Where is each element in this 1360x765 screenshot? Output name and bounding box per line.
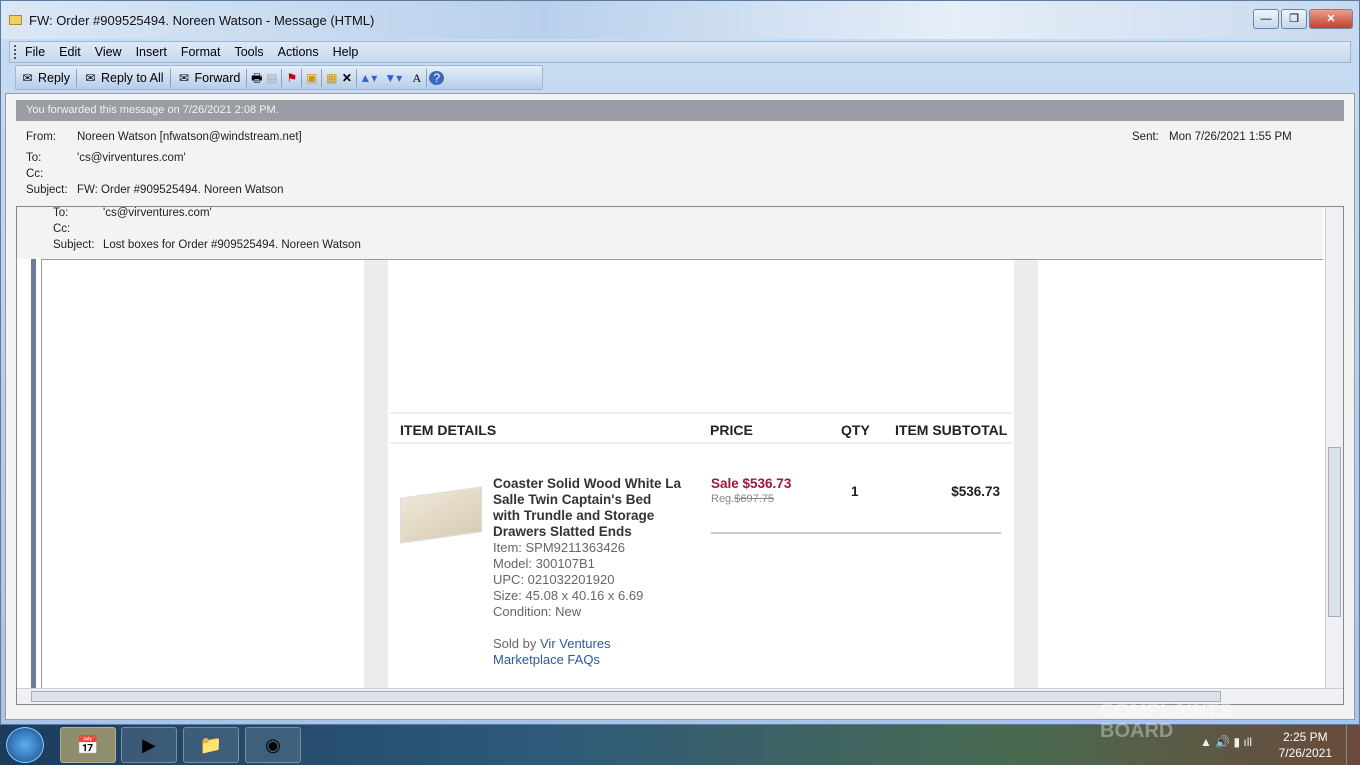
hscroll-thumb[interactable] [31,691,1221,702]
address-book-icon[interactable]: ▣ [304,71,319,85]
minimize-button[interactable]: — [1253,9,1279,29]
previous-item-icon[interactable]: ▲▾ [359,71,377,85]
item-condition: Condition: New [493,604,582,619]
print-icon[interactable]: 🖶 [249,71,264,85]
taskbar-outlook[interactable]: 📅 [60,727,116,763]
forward-icon: ✉ [178,70,190,85]
font-size-icon[interactable]: A [409,71,424,85]
menu-file[interactable]: File [18,45,52,59]
divider [711,532,1001,534]
menu-insert[interactable]: Insert [129,45,174,59]
info-bar: You forwarded this message on 7/26/2021 … [16,100,1344,121]
fwd-subject-label: Subject: [53,239,95,251]
html-content: ITEM DETAILS PRICE QTY ITEM SUBTOTAL Coa… [41,259,1323,688]
item-subtotal: $536.73 [951,484,1000,499]
quote-bar [31,259,36,688]
reply-all-label: Reply to All [100,70,164,85]
help-icon[interactable]: ? [429,70,445,85]
taskbar-chrome[interactable]: ◉ [245,727,301,763]
to-value[interactable]: 'cs@virventures.com' [77,152,186,164]
menu-tools[interactable]: Tools [227,45,270,59]
envelope-icon [9,15,22,25]
next-item-icon[interactable]: ▼▾ [384,71,402,85]
scroll-thumb[interactable] [1328,447,1341,617]
col-item-subtotal: ITEM SUBTOTAL [895,422,1008,438]
taskbar: 📅 ▶ 📁 ◉ COMPLAINTS BOARD ▲ 🔊 ▮ ıll 2:25 P… [0,701,1360,765]
taskbar-explorer[interactable]: 📁 [183,727,239,763]
menu-bar: File Edit View Insert Format Tools Actio… [9,41,1351,63]
sent-value: Mon 7/26/2021 1:55 PM [1169,131,1292,143]
marketplace-faqs-link[interactable]: Marketplace FAQs [493,652,600,668]
item-model: Model: 300107B1 [493,556,595,571]
vertical-scrollbar[interactable] [1325,207,1343,688]
fwd-to-value: 'cs@virventures.com' [103,207,212,219]
quantity: 1 [851,484,859,499]
message-window: FW: Order #909525494. Noreen Watson - Me… [0,0,1360,725]
item-size: Size: 45.08 x 40.16 x 6.69 [493,588,644,603]
fwd-cc-label: Cc: [53,223,71,235]
move-icon[interactable]: ▤ [264,71,279,85]
sale-price: Sale $536.73 [711,476,792,491]
from-value[interactable]: Noreen Watson [nfwatson@windstream.net] [77,131,302,143]
fwd-subject-value: Lost boxes for Order #909525494. Noreen … [103,239,361,251]
tray-icons[interactable]: ▲ 🔊 ▮ ıll [1200,735,1252,749]
menu-actions[interactable]: Actions [271,45,326,59]
cc-label: Cc: [26,168,44,180]
clock-date: 7/26/2021 [1278,746,1332,760]
subject-value: FW: Order #909525494. Noreen Watson [77,184,284,196]
taskbar-media-player[interactable]: ▶ [121,727,177,763]
col-qty: QTY [841,422,870,438]
seller-link[interactable]: Vir Ventures [540,636,611,651]
menu-help[interactable]: Help [326,45,366,59]
reg-price: $697.75 [734,493,775,505]
col-item-details: ITEM DETAILS [400,422,497,438]
show-desktop-button[interactable] [1346,725,1360,765]
forward-button[interactable]: ✉ Forward [173,71,245,85]
subject-label: Subject: [26,184,68,196]
close-button[interactable]: ✕ [1309,9,1353,29]
item-sku: Item: SPM9211363426 [493,540,626,555]
col-price: PRICE [710,422,753,438]
sold-by-label: Sold by [493,636,537,651]
reg-label: Reg. [711,493,735,505]
menu-format[interactable]: Format [174,45,228,59]
reply-button[interactable]: ✉ Reply [16,71,74,85]
menu-edit[interactable]: Edit [52,45,88,59]
order-email: ITEM DETAILS PRICE QTY ITEM SUBTOTAL Coa… [364,260,1038,688]
reply-icon: ✉ [22,70,33,85]
forward-label: Forward [194,70,241,85]
maximize-button[interactable]: ❐ [1281,9,1307,29]
reply-all-icon: ✉ [85,70,96,85]
product-image[interactable] [400,486,482,544]
reply-label: Reply [38,70,70,85]
fwd-to-label: To: [53,207,69,219]
product-name[interactable]: Coaster Solid Wood White La Salle Twin Ca… [493,476,681,540]
menu-view[interactable]: View [88,45,129,59]
message-body: To: 'cs@virventures.com' Cc: Subject: Lost… [16,206,1344,705]
categorize-icon[interactable]: ▦ [324,71,339,85]
flag-icon[interactable]: ⚑ [284,71,299,85]
start-button[interactable] [6,727,44,763]
clock-time: 2:25 PM [1282,730,1328,744]
window-title: FW: Order #909525494. Noreen Watson - Me… [29,12,375,28]
toolbar: ✉ Reply ✉ Reply to All ✉ Forward 🖶 ▤ ⚑ ▣ ▦ … [15,65,543,90]
forwarded-header: To: 'cs@virventures.com' Cc: Subject: Lost… [17,207,1323,259]
clock[interactable]: 2:25 PM 7/26/2021 [1279,729,1332,761]
delete-icon[interactable]: ✕ [339,71,354,85]
item-upc: UPC: 021032201920 [493,572,615,587]
from-label: From: [26,131,57,143]
message-content: You forwarded this message on 7/26/2021 … [5,93,1355,720]
sent-label: Sent: [1132,131,1159,143]
reply-all-button[interactable]: ✉ Reply to All [79,71,168,85]
to-label: To: [26,152,42,164]
title-bar: FW: Order #909525494. Noreen Watson - Me… [1,1,1359,39]
